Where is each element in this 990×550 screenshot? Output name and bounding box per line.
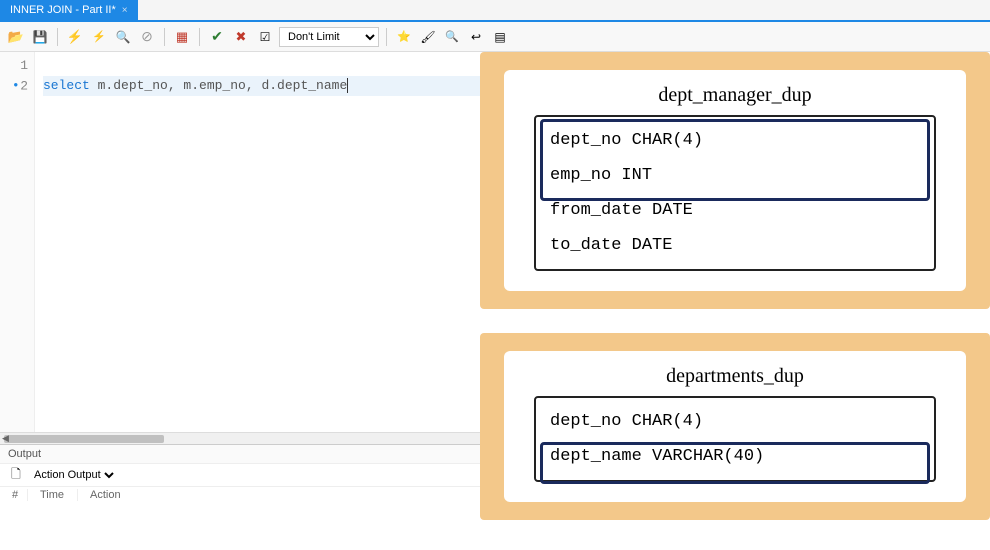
beautify-icon[interactable] [418,27,438,47]
keyword: select [43,78,90,93]
code-line[interactable] [43,56,990,76]
autocommit-icon[interactable] [255,27,275,47]
identifiers: m.dept_no, m.emp_no, d.dept_name [90,78,347,93]
horizontal-scrollbar[interactable]: ◀ ▶ [0,432,990,444]
output-header: Output [0,444,990,464]
scroll-right-icon[interactable]: ▶ [981,433,988,444]
col-action: Action [78,489,912,501]
output-toolbar: Action Output [0,464,990,486]
line-number: 1 [0,56,28,76]
wrap-icon[interactable] [466,27,486,47]
limit-select[interactable]: Don't Limit [279,27,379,47]
output-title: Output [8,448,41,460]
close-icon[interactable]: × [122,5,128,16]
separator [164,28,165,46]
editor-tab[interactable]: INNER JOIN - Part II* × [0,0,138,20]
separator [57,28,58,46]
gutter: 1 ●2 [0,52,35,432]
tab-bar: INNER JOIN - Part II* × [0,0,990,22]
scroll-thumb[interactable] [4,435,164,443]
open-icon[interactable] [6,27,26,47]
output-columns: # Time Action uration / Fetch [0,486,990,503]
code-line[interactable]: select m.dept_no, m.emp_no, d.dept_name [43,76,990,96]
stop-icon[interactable] [137,27,157,47]
output-mode-select[interactable]: Action Output [30,468,117,482]
explain-icon[interactable] [113,27,133,47]
output-mode-icon[interactable] [6,465,26,485]
line-number: ●2 [0,76,28,96]
snippets-icon[interactable] [394,27,414,47]
blocks-icon[interactable] [172,27,192,47]
rollback-icon[interactable] [231,27,251,47]
col-time: Time [28,489,78,501]
execute-icon[interactable] [65,27,85,47]
code-area[interactable]: select m.dept_no, m.emp_no, d.dept_name [35,52,990,432]
separator [386,28,387,46]
execute-current-icon[interactable] [89,27,109,47]
toolbar: Don't Limit [0,22,990,52]
panel-icon[interactable] [490,27,510,47]
separator [199,28,200,46]
save-icon[interactable] [30,27,50,47]
col-duration: uration / Fetch [912,489,990,501]
scroll-left-icon[interactable]: ◀ [2,433,9,444]
sql-editor[interactable]: 1 ●2 select m.dept_no, m.emp_no, d.dept_… [0,52,990,432]
col-number: # [0,489,28,501]
tab-title: INNER JOIN - Part II* [10,4,116,16]
text-cursor [347,78,348,93]
find-icon[interactable] [442,27,462,47]
commit-icon[interactable] [207,27,227,47]
